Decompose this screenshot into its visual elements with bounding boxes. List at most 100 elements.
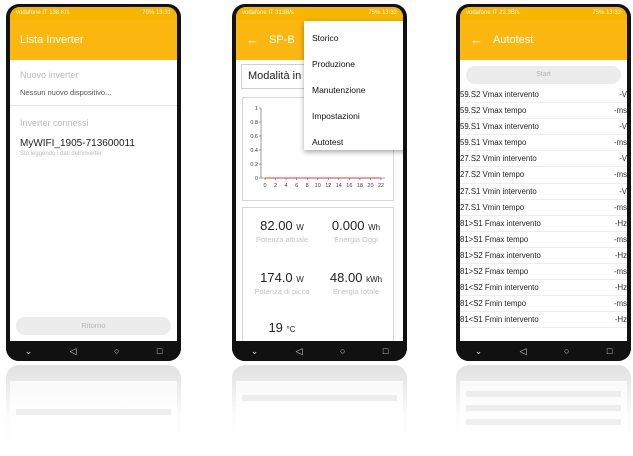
screen: vodafone IT 22.3B/s 75% 13:32 ← Autotest… — [460, 7, 627, 341]
test-value: -ms — [614, 138, 627, 148]
energy-today-label: Energia Oggi — [334, 235, 378, 244]
nav-home-icon[interactable]: ○ — [340, 346, 345, 356]
inverter-name: MyWIFI_1905-713600011 — [20, 138, 135, 149]
menu-item-produzione[interactable]: Produzione — [304, 51, 403, 77]
back-arrow-icon[interactable]: ← — [470, 20, 483, 60]
test-value: -ms — [614, 267, 627, 277]
list-item: 81>S2 Fmax intervento -Hz — [460, 248, 627, 265]
phone-inverter-list: vodafone IT 138 K/s 79% 13:31 Lista Inve… — [6, 4, 181, 361]
x-tick-label: 16 — [346, 183, 352, 189]
stat-energy-total: 48.00 kWh Energia totale — [320, 270, 392, 296]
inverter-list-item[interactable]: MyWIFI_1905-713600011 Sto leggendo i dat… — [10, 132, 177, 157]
status-left: vodafone IT 22.3B/s — [466, 10, 520, 16]
list-item: 81>S1 Fmax tempo -ms — [460, 232, 627, 248]
app-bar: Lista Inverter — [10, 20, 177, 60]
start-button[interactable]: Start — [466, 66, 621, 84]
status-bar: vodafone IT 22.3B/s 75% 13:32 — [460, 7, 627, 20]
status-left: vodafone IT 138 K/s — [16, 10, 70, 16]
screen: vodafone IT 313B/s 75% 13:32 ← SP-B Moda… — [236, 7, 403, 341]
test-label: 59.S1 Vmax intervento — [460, 122, 539, 132]
test-label: 81<S2 Fmin tempo — [460, 299, 527, 309]
nav-recents-icon[interactable]: □ — [607, 346, 612, 356]
status-right: 79% 13:31 — [142, 10, 171, 16]
list-item: 59.S1 Vmax tempo -ms — [460, 135, 627, 152]
overflow-menu: Storico Produzione Manutenzione Impostaz… — [304, 21, 403, 150]
x-tick-label: 18 — [357, 183, 363, 189]
list-item: 27.S1 Vmin tempo -ms — [460, 200, 627, 216]
nav-down-icon[interactable]: ⌄ — [25, 346, 33, 357]
test-label: 59.S2 Vmax intervento — [460, 90, 539, 99]
back-button[interactable]: Ritorno — [16, 317, 171, 335]
test-value: -ms — [614, 234, 627, 244]
list-item: 27.S1 Vmin intervento -V — [460, 184, 627, 200]
back-arrow-icon[interactable]: ← — [246, 20, 259, 60]
test-label: 27.S1 Vmin intervento — [460, 186, 537, 196]
menu-item-autotest[interactable]: Autotest — [304, 129, 403, 155]
menu-item-storico[interactable]: Storico — [304, 25, 403, 51]
x-tick-label: 4 — [285, 183, 288, 189]
test-label: 81>S1 Fmax intervento — [460, 218, 541, 228]
temperature-value: 19 — [268, 320, 283, 335]
screen: vodafone IT 138 K/s 79% 13:31 Lista Inve… — [10, 7, 177, 341]
test-value: -V — [619, 90, 627, 99]
list-item: 27.S2 Vmin tempo -ms — [460, 167, 627, 184]
list-item: 59.S2 Vmax tempo -ms — [460, 103, 627, 120]
x-tick-label: 14 — [336, 183, 342, 189]
test-label: 59.S2 Vmax tempo — [460, 106, 527, 116]
x-tick-label: 12 — [325, 183, 331, 189]
x-tick-label: 20 — [367, 183, 373, 189]
test-label: 27.S2 Vmin tempo — [460, 170, 525, 180]
nav-bar: ⌄ ◁ ○ □ — [456, 341, 631, 361]
y-tick-label: 0.2 — [250, 162, 258, 168]
test-value: -ms — [614, 202, 627, 212]
status-left: vodafone IT 313B/s — [242, 10, 294, 16]
no-new-device-text: Nessun nuovo dispositivo... — [10, 84, 177, 106]
list-item: 27.S2 Vmin intervento -V — [460, 151, 627, 168]
nav-home-icon[interactable]: ○ — [114, 346, 119, 356]
test-label: 27.S1 Vmin tempo — [460, 202, 525, 212]
menu-item-manutenzione[interactable]: Manutenzione — [304, 77, 403, 103]
peak-power-label: Potenza di picco — [254, 287, 310, 296]
stat-power-now: 82.00 W Potenza attuale — [246, 218, 318, 244]
nav-back-icon[interactable]: ◁ — [70, 346, 77, 357]
status-bar: vodafone IT 138 K/s 79% 13:31 — [10, 7, 177, 20]
x-tick-label: 10 — [315, 183, 321, 189]
y-tick-label: 0.8 — [250, 120, 258, 126]
reflection-phone-1 — [6, 365, 181, 453]
nav-back-icon[interactable]: ◁ — [520, 346, 527, 357]
energy-total-label: Energia totale — [332, 287, 380, 296]
nav-back-icon[interactable]: ◁ — [296, 346, 303, 357]
test-value: -ms — [614, 299, 627, 309]
status-right: 75% 13:32 — [592, 10, 621, 16]
reflection-phone-2 — [232, 365, 407, 453]
list-item: 81>S1 Fmax intervento -Hz — [460, 216, 627, 232]
list-item: 81<S2 Fmin intervento -Hz — [460, 280, 627, 297]
x-tick-label: 2 — [274, 183, 277, 189]
nav-down-icon[interactable]: ⌄ — [475, 346, 483, 357]
list-item: 81>S2 Fmax tempo -ms — [460, 264, 627, 281]
nav-down-icon[interactable]: ⌄ — [251, 346, 259, 357]
nav-bar: ⌄ ◁ ○ □ — [232, 341, 407, 361]
phone-autotest: vodafone IT 22.3B/s 75% 13:32 ← Autotest… — [456, 4, 631, 361]
stats-card: 82.00 W Potenza attuale 0.000 Wh Energia… — [242, 207, 394, 341]
page-title: SP-B — [269, 34, 295, 46]
stat-peak-power: 174.0 W Potenza di picco — [246, 270, 318, 296]
test-value: -Hz — [614, 250, 627, 260]
nav-recents-icon[interactable]: □ — [157, 346, 162, 356]
energy-total-unit: kWh — [366, 275, 383, 284]
app-bar: ← Autotest — [460, 20, 627, 60]
test-label: 59.S1 Vmax tempo — [460, 138, 527, 148]
test-value: -V — [619, 154, 627, 164]
nav-recents-icon[interactable]: □ — [383, 346, 388, 356]
page-title: Autotest — [493, 34, 534, 46]
test-label: 81>S2 Fmax tempo — [460, 267, 529, 277]
list-item: 81<S2 Fmin tempo -ms — [460, 296, 627, 313]
y-tick-label: 0.4 — [250, 148, 258, 154]
nav-home-icon[interactable]: ○ — [564, 346, 569, 356]
test-value: -ms — [614, 106, 627, 116]
list-item: 59.S1 Vmax intervento -V — [460, 119, 627, 136]
test-label: 81<S1 Fmin intervento — [460, 315, 539, 325]
menu-item-impostazioni[interactable]: Impostazioni — [304, 103, 403, 129]
test-label: 81>S2 Fmax intervento — [460, 250, 541, 260]
phone-device-detail: vodafone IT 313B/s 75% 13:32 ← SP-B Moda… — [232, 4, 407, 361]
